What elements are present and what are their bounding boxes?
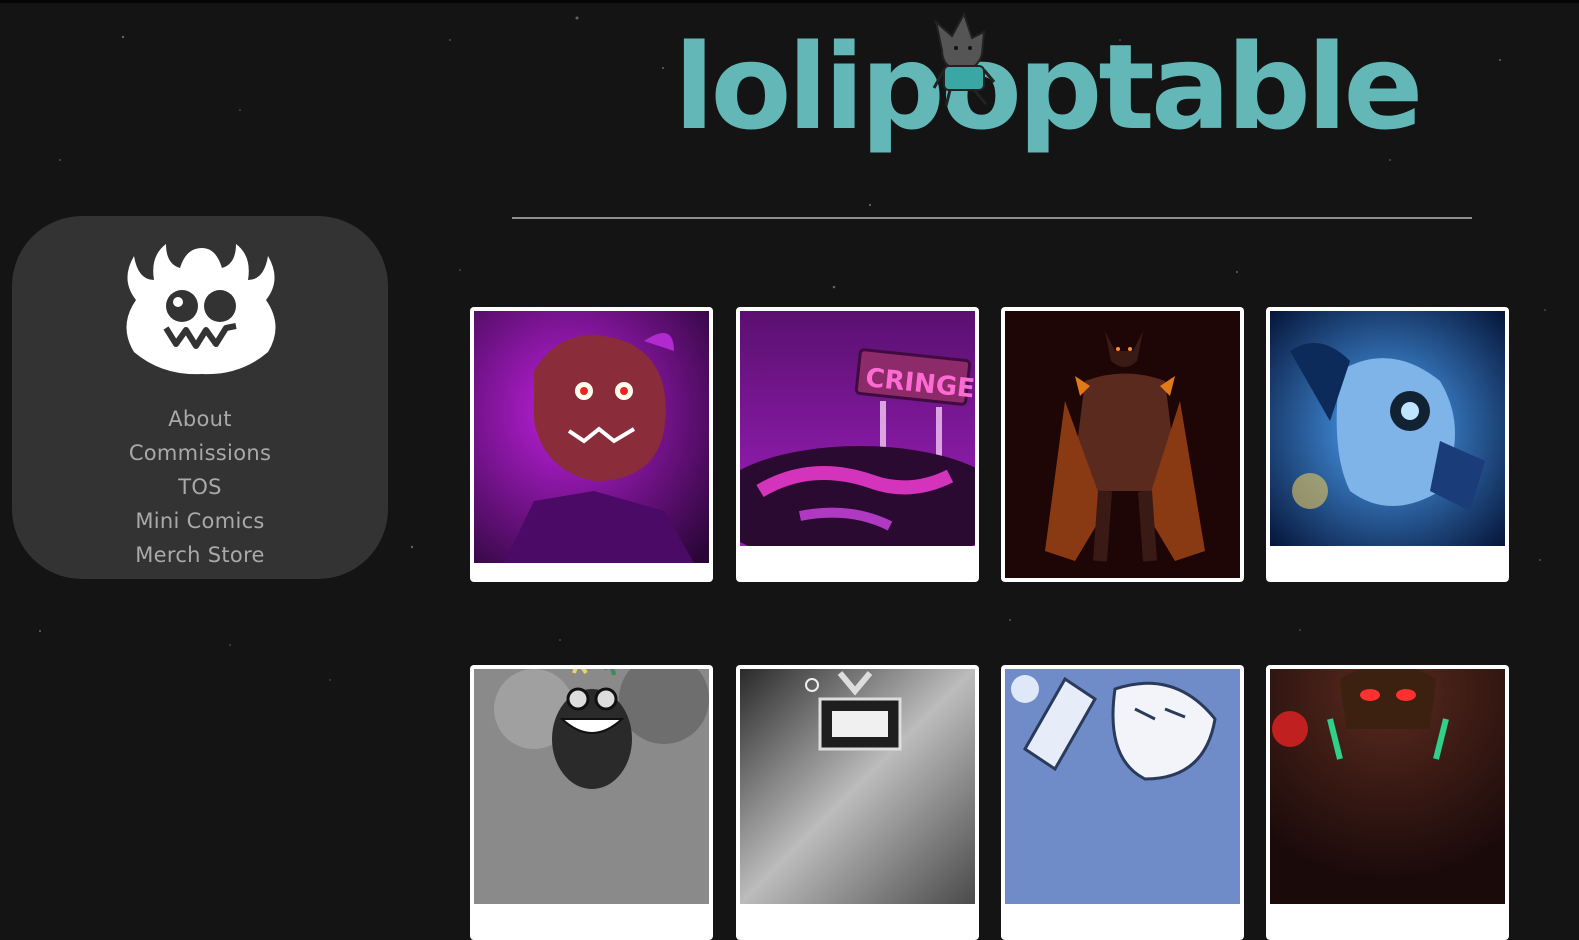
sidebar: About Commissions TOS Mini Comics Merch …: [12, 216, 388, 579]
gallery-card[interactable]: [470, 665, 713, 940]
gallery-card[interactable]: [1266, 307, 1509, 582]
nav-merch-store-link[interactable]: Merch Store: [12, 538, 388, 572]
gallery-card[interactable]: [1001, 665, 1244, 940]
artwork-purple-demon-portrait-icon: [474, 311, 709, 563]
artwork-greyscale-robot-icon: [740, 669, 975, 904]
nav-mini-comics-link[interactable]: Mini Comics: [12, 504, 388, 538]
artwork-horned-warrior-icon: [1005, 311, 1240, 578]
monster-face-logo-icon[interactable]: [116, 230, 286, 375]
nav-commissions-link[interactable]: Commissions: [12, 436, 388, 470]
gallery-card[interactable]: [1001, 307, 1244, 582]
artwork-grinning-goggles-character-icon: [474, 669, 709, 904]
wolf-mascot-icon: [932, 11, 996, 107]
artwork-white-robot-hammer-icon: [1005, 669, 1240, 904]
nav-tos-link[interactable]: TOS: [12, 470, 388, 504]
sidebar-nav: About Commissions TOS Mini Comics Merch …: [12, 402, 388, 572]
gallery-card[interactable]: [1266, 665, 1509, 940]
nav-about-link[interactable]: About: [12, 402, 388, 436]
gallery-card[interactable]: [736, 665, 979, 940]
artwork-red-eyed-robot-icon: [1270, 669, 1505, 904]
site-logo[interactable]: lolipoptable: [660, 8, 1423, 203]
site-logo-text: lolipoptable: [674, 18, 1423, 156]
artwork-cringe-sign-icon: CRINGE: [740, 311, 975, 546]
artwork-blue-robot-face-icon: [1270, 311, 1505, 546]
gallery-card[interactable]: [470, 307, 713, 582]
header-divider: [512, 217, 1472, 219]
gallery-card[interactable]: CRINGE: [736, 307, 979, 582]
